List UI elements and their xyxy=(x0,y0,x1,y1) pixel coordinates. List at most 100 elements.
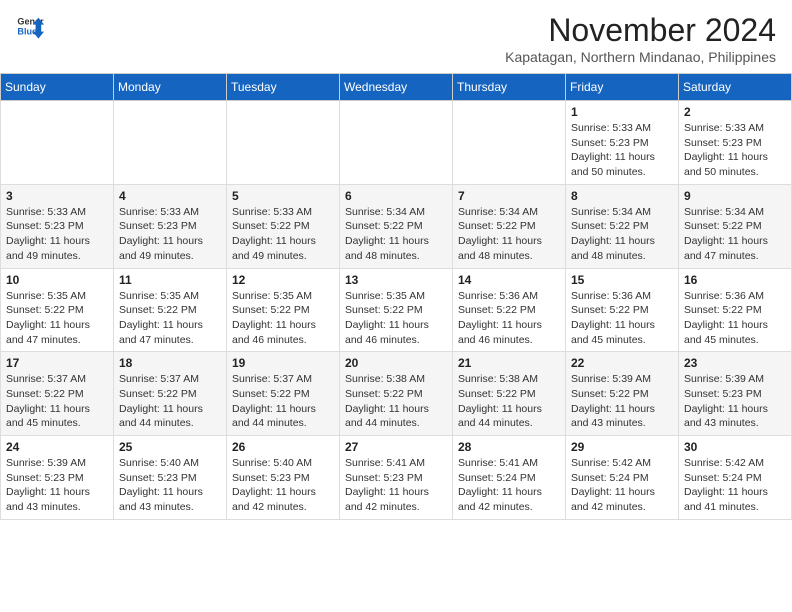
calendar-cell xyxy=(114,101,227,185)
day-info: Sunrise: 5:39 AMSunset: 5:23 PMDaylight:… xyxy=(6,456,108,515)
day-number: 12 xyxy=(232,273,334,287)
day-info: Sunrise: 5:37 AMSunset: 5:22 PMDaylight:… xyxy=(6,372,108,431)
day-number: 23 xyxy=(684,356,786,370)
calendar-cell xyxy=(453,101,566,185)
calendar-cell: 26 Sunrise: 5:40 AMSunset: 5:23 PMDayligh… xyxy=(227,436,340,520)
calendar-cell: 18 Sunrise: 5:37 AMSunset: 5:22 PMDayligh… xyxy=(114,352,227,436)
calendar-cell: 21 Sunrise: 5:38 AMSunset: 5:22 PMDayligh… xyxy=(453,352,566,436)
day-info: Sunrise: 5:34 AMSunset: 5:22 PMDaylight:… xyxy=(684,205,786,264)
week-row-0: 1 Sunrise: 5:33 AMSunset: 5:23 PMDaylight… xyxy=(1,101,792,185)
day-number: 10 xyxy=(6,273,108,287)
weekday-header-wednesday: Wednesday xyxy=(340,74,453,101)
day-number: 14 xyxy=(458,273,560,287)
day-info: Sunrise: 5:33 AMSunset: 5:23 PMDaylight:… xyxy=(684,121,786,180)
calendar-cell: 11Sunrise: 5:35 AMSunset: 5:22 PMDayligh… xyxy=(114,268,227,352)
day-number: 17 xyxy=(6,356,108,370)
week-row-4: 24 Sunrise: 5:39 AMSunset: 5:23 PMDayligh… xyxy=(1,436,792,520)
day-info: Sunrise: 5:37 AMSunset: 5:22 PMDaylight:… xyxy=(119,372,221,431)
calendar-cell: 29 Sunrise: 5:42 AMSunset: 5:24 PMDayligh… xyxy=(566,436,679,520)
month-title: November 2024 xyxy=(505,12,776,49)
day-info: Sunrise: 5:40 AMSunset: 5:23 PMDaylight:… xyxy=(119,456,221,515)
day-info: Sunrise: 5:36 AMSunset: 5:22 PMDaylight:… xyxy=(458,289,560,348)
day-info: Sunrise: 5:42 AMSunset: 5:24 PMDaylight:… xyxy=(571,456,673,515)
day-number: 27 xyxy=(345,440,447,454)
day-number: 1 xyxy=(571,105,673,119)
weekday-header-monday: Monday xyxy=(114,74,227,101)
weekday-header-sunday: Sunday xyxy=(1,74,114,101)
day-number: 2 xyxy=(684,105,786,119)
calendar-cell: 12 Sunrise: 5:35 AMSunset: 5:22 PMDayligh… xyxy=(227,268,340,352)
day-info: Sunrise: 5:36 AMSunset: 5:22 PMDaylight:… xyxy=(571,289,673,348)
weekday-header-tuesday: Tuesday xyxy=(227,74,340,101)
day-number: 4 xyxy=(119,189,221,203)
day-number: 15 xyxy=(571,273,673,287)
calendar-cell xyxy=(340,101,453,185)
calendar-cell: 27 Sunrise: 5:41 AMSunset: 5:23 PMDayligh… xyxy=(340,436,453,520)
calendar-cell: 19 Sunrise: 5:37 AMSunset: 5:22 PMDayligh… xyxy=(227,352,340,436)
day-info: Sunrise: 5:33 AMSunset: 5:23 PMDaylight:… xyxy=(6,205,108,264)
calendar-cell: 23 Sunrise: 5:39 AMSunset: 5:23 PMDayligh… xyxy=(679,352,792,436)
day-info: Sunrise: 5:33 AMSunset: 5:22 PMDaylight:… xyxy=(232,205,334,264)
day-number: 20 xyxy=(345,356,447,370)
day-info: Sunrise: 5:38 AMSunset: 5:22 PMDaylight:… xyxy=(458,372,560,431)
day-info: Sunrise: 5:34 AMSunset: 5:22 PMDaylight:… xyxy=(571,205,673,264)
calendar-cell: 30Sunrise: 5:42 AMSunset: 5:24 PMDayligh… xyxy=(679,436,792,520)
day-info: Sunrise: 5:35 AMSunset: 5:22 PMDaylight:… xyxy=(345,289,447,348)
day-info: Sunrise: 5:35 AMSunset: 5:22 PMDaylight:… xyxy=(6,289,108,348)
day-info: Sunrise: 5:33 AMSunset: 5:23 PMDaylight:… xyxy=(119,205,221,264)
calendar-cell: 1 Sunrise: 5:33 AMSunset: 5:23 PMDaylight… xyxy=(566,101,679,185)
week-row-3: 17 Sunrise: 5:37 AMSunset: 5:22 PMDayligh… xyxy=(1,352,792,436)
calendar-cell xyxy=(1,101,114,185)
day-info: Sunrise: 5:39 AMSunset: 5:22 PMDaylight:… xyxy=(571,372,673,431)
day-info: Sunrise: 5:35 AMSunset: 5:22 PMDaylight:… xyxy=(232,289,334,348)
calendar-cell: 24 Sunrise: 5:39 AMSunset: 5:23 PMDayligh… xyxy=(1,436,114,520)
day-number: 30 xyxy=(684,440,786,454)
day-info: Sunrise: 5:38 AMSunset: 5:22 PMDaylight:… xyxy=(345,372,447,431)
header: General Blue November 2024 Kapatagan, No… xyxy=(0,0,792,73)
day-number: 29 xyxy=(571,440,673,454)
day-number: 22 xyxy=(571,356,673,370)
day-number: 16 xyxy=(684,273,786,287)
weekday-header-saturday: Saturday xyxy=(679,74,792,101)
calendar-cell: 16 Sunrise: 5:36 AMSunset: 5:22 PMDayligh… xyxy=(679,268,792,352)
calendar-cell: 10 Sunrise: 5:35 AMSunset: 5:22 PMDayligh… xyxy=(1,268,114,352)
day-info: Sunrise: 5:41 AMSunset: 5:23 PMDaylight:… xyxy=(345,456,447,515)
day-info: Sunrise: 5:34 AMSunset: 5:22 PMDaylight:… xyxy=(458,205,560,264)
day-info: Sunrise: 5:36 AMSunset: 5:22 PMDaylight:… xyxy=(684,289,786,348)
title-section: November 2024 Kapatagan, Northern Mindan… xyxy=(505,12,776,65)
day-number: 9 xyxy=(684,189,786,203)
day-info: Sunrise: 5:34 AMSunset: 5:22 PMDaylight:… xyxy=(345,205,447,264)
svg-text:Blue: Blue xyxy=(17,26,37,36)
calendar-cell: 15 Sunrise: 5:36 AMSunset: 5:22 PMDayligh… xyxy=(566,268,679,352)
day-info: Sunrise: 5:39 AMSunset: 5:23 PMDaylight:… xyxy=(684,372,786,431)
calendar-cell: 4 Sunrise: 5:33 AMSunset: 5:23 PMDaylight… xyxy=(114,184,227,268)
calendar-cell: 3Sunrise: 5:33 AMSunset: 5:23 PMDaylight… xyxy=(1,184,114,268)
day-info: Sunrise: 5:37 AMSunset: 5:22 PMDaylight:… xyxy=(232,372,334,431)
day-info: Sunrise: 5:33 AMSunset: 5:23 PMDaylight:… xyxy=(571,121,673,180)
day-number: 5 xyxy=(232,189,334,203)
calendar-cell: 17 Sunrise: 5:37 AMSunset: 5:22 PMDayligh… xyxy=(1,352,114,436)
day-number: 18 xyxy=(119,356,221,370)
calendar-cell: 7 Sunrise: 5:34 AMSunset: 5:22 PMDaylight… xyxy=(453,184,566,268)
day-info: Sunrise: 5:41 AMSunset: 5:24 PMDaylight:… xyxy=(458,456,560,515)
calendar-cell: 6 Sunrise: 5:34 AMSunset: 5:22 PMDaylight… xyxy=(340,184,453,268)
day-number: 8 xyxy=(571,189,673,203)
calendar-cell: 20 Sunrise: 5:38 AMSunset: 5:22 PMDayligh… xyxy=(340,352,453,436)
day-number: 19 xyxy=(232,356,334,370)
calendar-cell: 22 Sunrise: 5:39 AMSunset: 5:22 PMDayligh… xyxy=(566,352,679,436)
day-number: 24 xyxy=(6,440,108,454)
day-number: 21 xyxy=(458,356,560,370)
day-number: 6 xyxy=(345,189,447,203)
calendar-cell: 14 Sunrise: 5:36 AMSunset: 5:22 PMDayligh… xyxy=(453,268,566,352)
day-number: 25 xyxy=(119,440,221,454)
logo: General Blue xyxy=(16,12,44,40)
calendar-cell: 28Sunrise: 5:41 AMSunset: 5:24 PMDayligh… xyxy=(453,436,566,520)
weekday-header-friday: Friday xyxy=(566,74,679,101)
day-number: 11 xyxy=(119,273,221,287)
week-row-1: 3Sunrise: 5:33 AMSunset: 5:23 PMDaylight… xyxy=(1,184,792,268)
calendar-cell: 25 Sunrise: 5:40 AMSunset: 5:23 PMDayligh… xyxy=(114,436,227,520)
day-number: 26 xyxy=(232,440,334,454)
weekday-header-thursday: Thursday xyxy=(453,74,566,101)
day-info: Sunrise: 5:40 AMSunset: 5:23 PMDaylight:… xyxy=(232,456,334,515)
day-number: 7 xyxy=(458,189,560,203)
